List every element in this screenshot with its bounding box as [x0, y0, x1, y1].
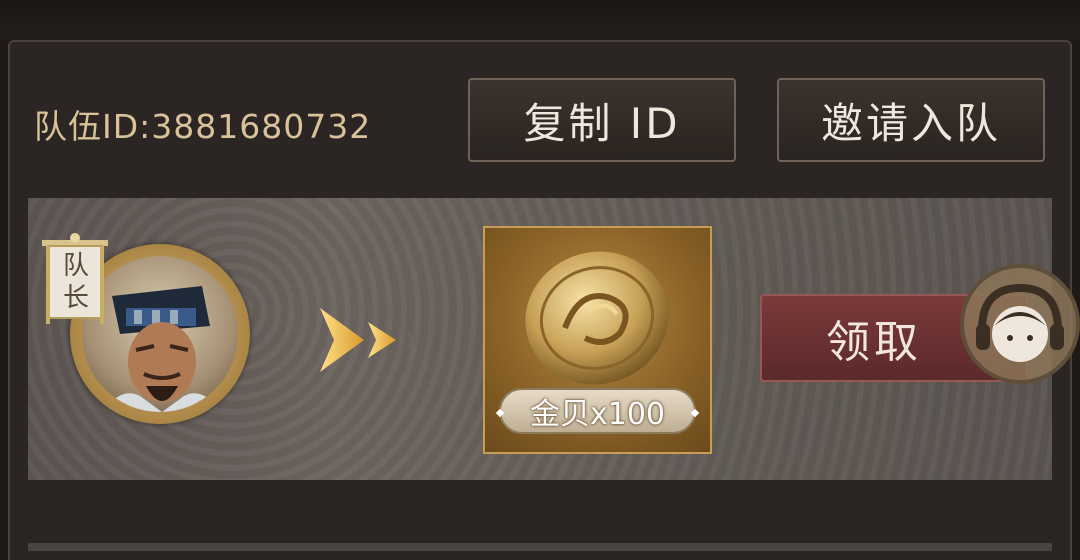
leader-badge-line1: 队 — [62, 251, 89, 281]
copy-id-button[interactable]: 复制 ID — [468, 78, 736, 162]
customer-support-button[interactable] — [960, 264, 1080, 384]
team-id-value: 3881680732 — [151, 107, 372, 146]
gold-coin-icon — [525, 251, 669, 385]
divider — [28, 543, 1052, 551]
reward-item-label: 金贝x100 — [495, 388, 700, 434]
team-id-label: 队伍ID: — [34, 107, 152, 146]
double-arrow-icon — [312, 300, 432, 380]
leader-badge: 队 长 — [40, 232, 110, 326]
team-id: 队伍ID:3881680732 — [34, 100, 371, 148]
top-strip — [0, 0, 1080, 40]
reward-item[interactable]: 金贝x100 — [483, 226, 712, 454]
invite-button[interactable]: 邀请入队 — [777, 78, 1045, 162]
customer-support-icon — [976, 283, 1064, 362]
reward-item-text: 金贝x100 — [529, 397, 665, 432]
leader-badge-line2: 长 — [62, 283, 89, 313]
